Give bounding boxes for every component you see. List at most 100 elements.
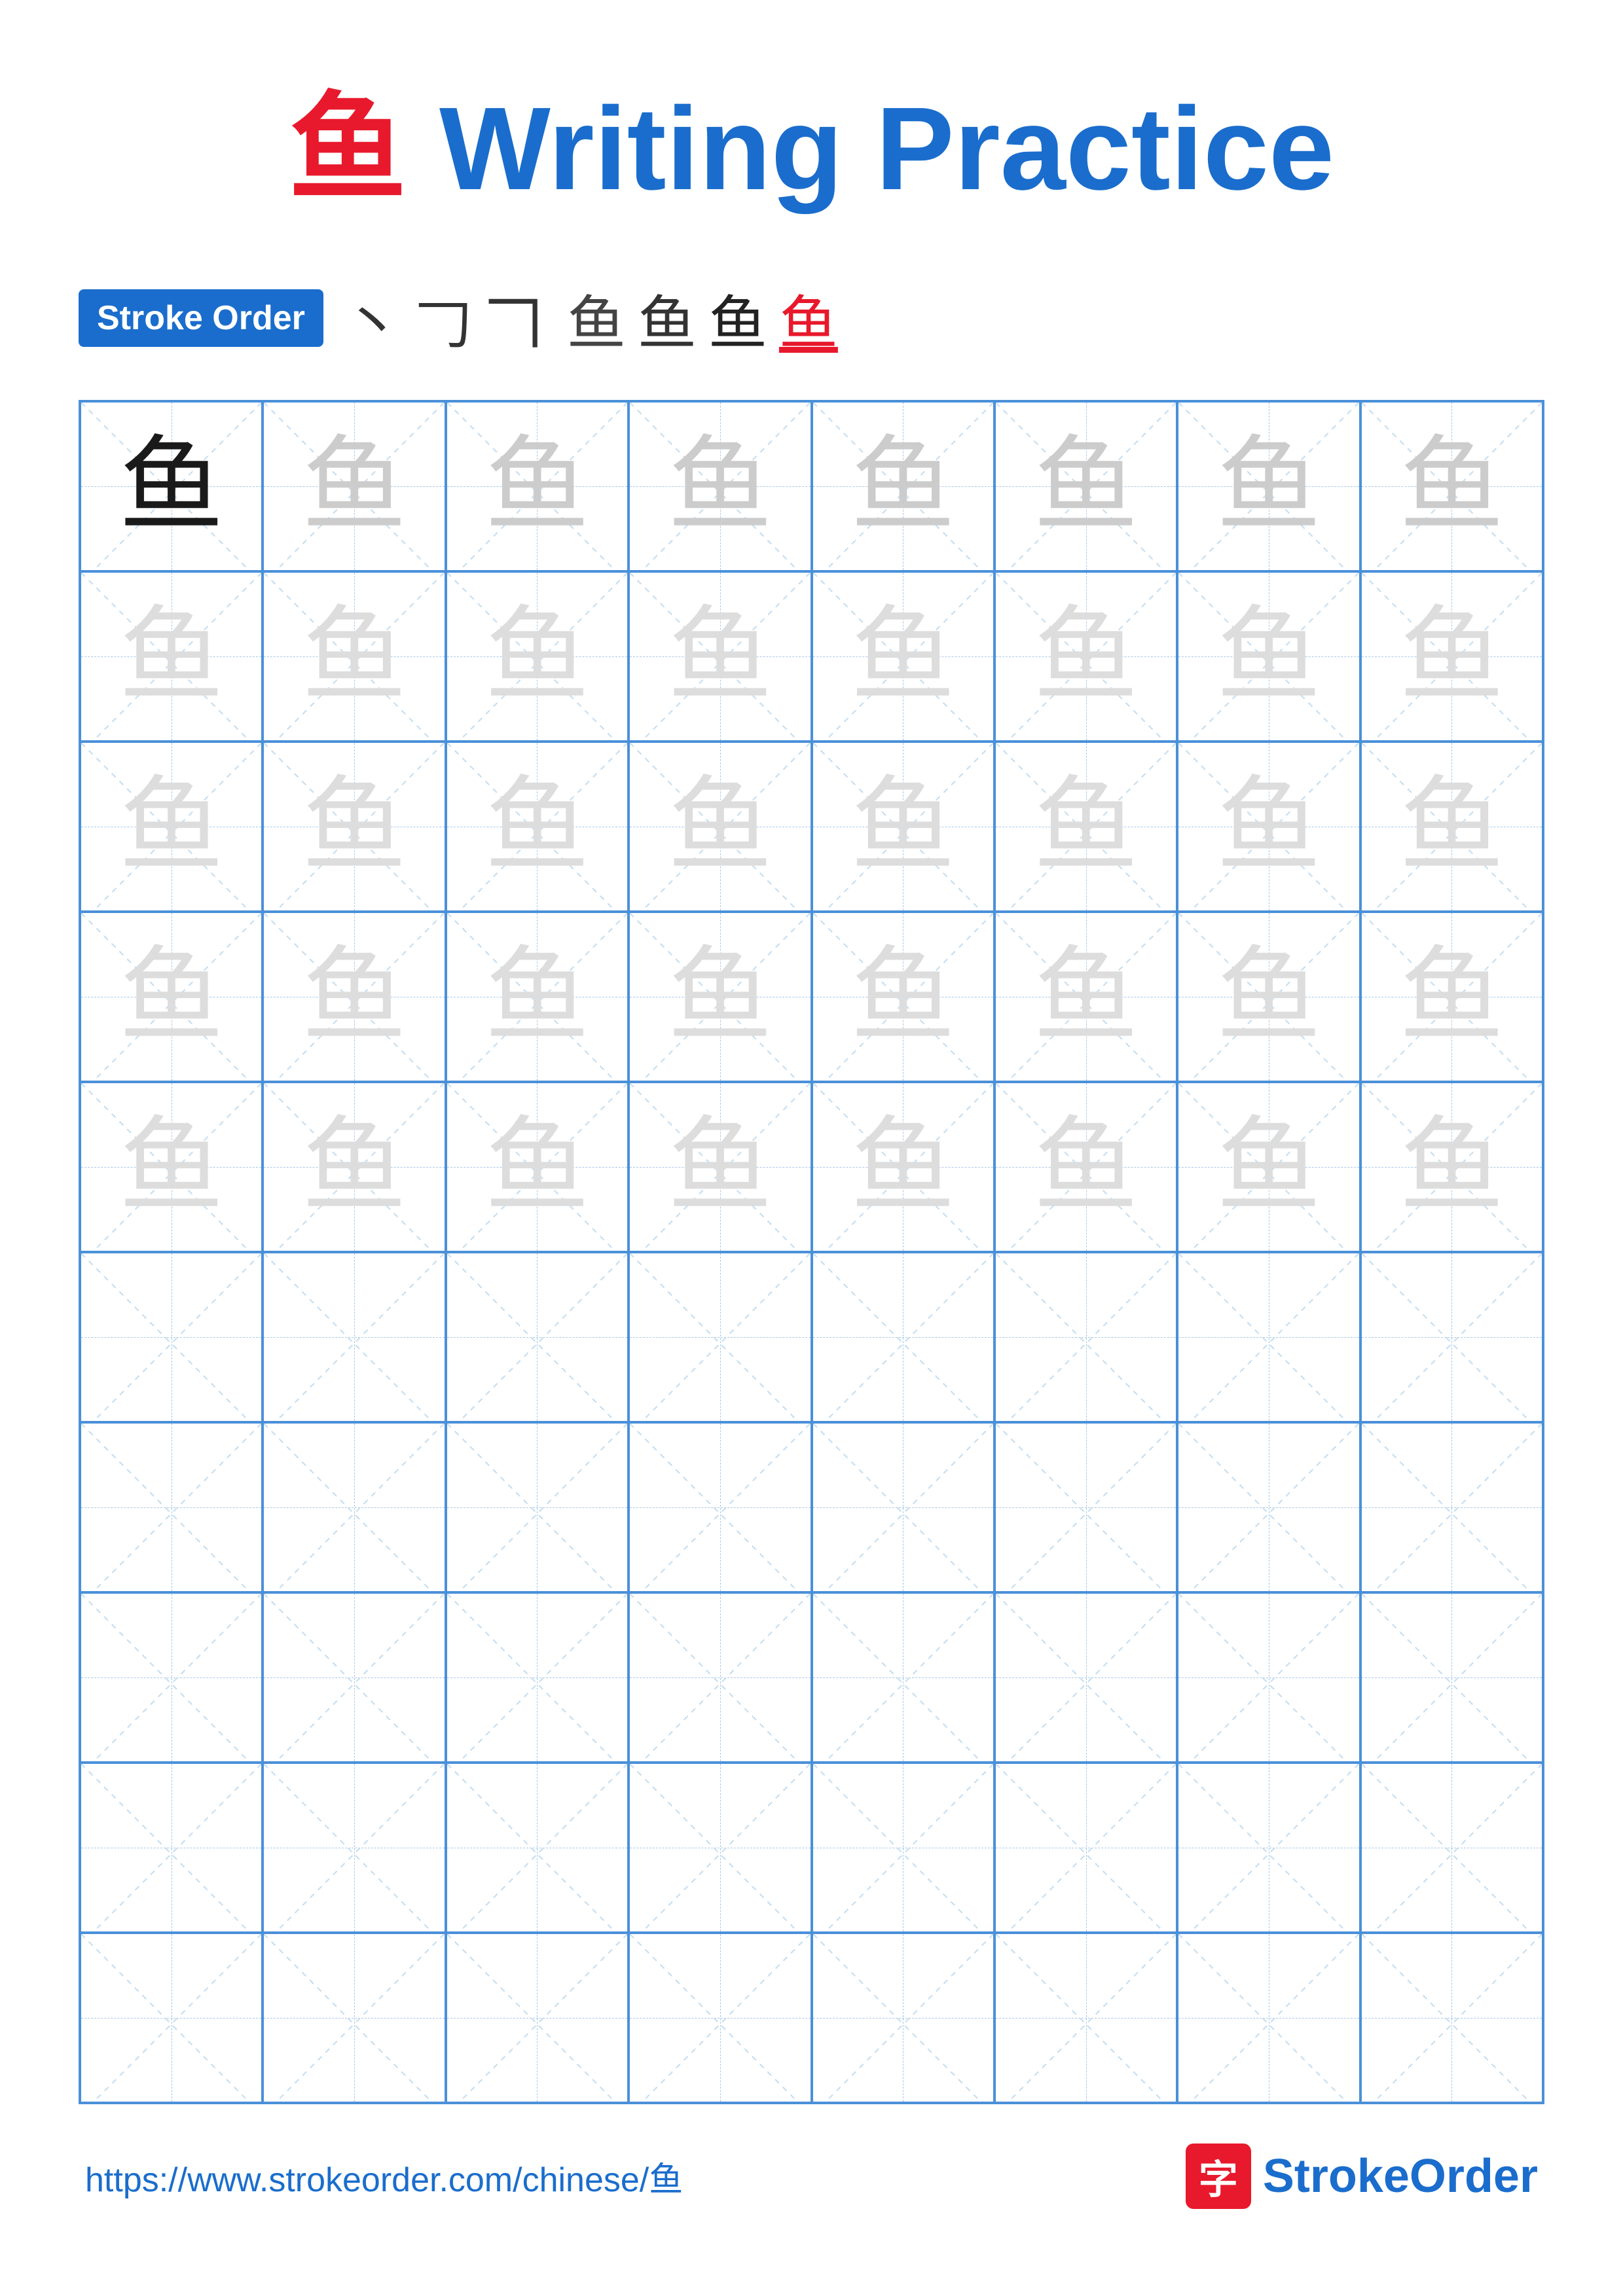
footer-logo: 字 StrokeOrder — [1186, 2144, 1538, 2209]
grid-cell-r8-c1[interactable] — [80, 1592, 263, 1763]
grid-cell-r9-c5[interactable] — [812, 1763, 994, 1933]
grid-cell-r2-c4[interactable]: 鱼 — [629, 571, 811, 742]
practice-char-light: 鱼 — [302, 434, 407, 539]
stroke-order-badge: Stroke Order — [79, 289, 323, 347]
grid-cell-r3-c7[interactable]: 鱼 — [1177, 742, 1360, 912]
grid-cell-r2-c7[interactable]: 鱼 — [1177, 571, 1360, 742]
grid-cell-r1-c7[interactable]: 鱼 — [1177, 401, 1360, 571]
grid-cell-r8-c2[interactable] — [263, 1592, 445, 1763]
grid-cell-r2-c3[interactable]: 鱼 — [446, 571, 629, 742]
grid-cell-r4-c4[interactable]: 鱼 — [629, 912, 811, 1082]
stroke-step-7: 鱼 — [708, 276, 767, 361]
grid-cell-r7-c4[interactable] — [629, 1422, 811, 1592]
grid-cell-r5-c8[interactable]: 鱼 — [1360, 1082, 1543, 1252]
grid-cell-r5-c6[interactable]: 鱼 — [994, 1082, 1177, 1252]
grid-cell-r5-c5[interactable]: 鱼 — [812, 1082, 994, 1252]
grid-cell-r8-c3[interactable] — [446, 1592, 629, 1763]
grid-cell-r5-c7[interactable]: 鱼 — [1177, 1082, 1360, 1252]
grid-cell-r4-c5[interactable]: 鱼 — [812, 912, 994, 1082]
grid-cell-r3-c8[interactable]: 鱼 — [1360, 742, 1543, 912]
grid-cell-r3-c3[interactable]: 鱼 — [446, 742, 629, 912]
grid-cell-r1-c4[interactable]: 鱼 — [629, 401, 811, 571]
grid-cell-r2-c8[interactable]: 鱼 — [1360, 571, 1543, 742]
footer-url[interactable]: https://www.strokeorder.com/chinese/鱼 — [85, 2152, 683, 2201]
grid-cell-r10-c7[interactable] — [1177, 1933, 1360, 2103]
grid-cell-r10-c8[interactable] — [1360, 1933, 1543, 2103]
grid-cell-r8-c5[interactable] — [812, 1592, 994, 1763]
grid-cell-r7-c3[interactable] — [446, 1422, 629, 1592]
grid-cell-r10-c2[interactable] — [263, 1933, 445, 2103]
grid-cell-r10-c3[interactable] — [446, 1933, 629, 2103]
practice-char-dark: 鱼 — [119, 434, 224, 539]
grid-cell-r6-c7[interactable] — [1177, 1252, 1360, 1422]
grid-cell-r2-c2[interactable]: 鱼 — [263, 571, 445, 742]
grid-cell-r3-c2[interactable]: 鱼 — [263, 742, 445, 912]
grid-cell-r7-c7[interactable] — [1177, 1422, 1360, 1592]
logo-text: StrokeOrder — [1263, 2149, 1538, 2203]
grid-cell-r8-c4[interactable] — [629, 1592, 811, 1763]
title-text: Writing Practice — [407, 83, 1334, 215]
grid-cell-r9-c8[interactable] — [1360, 1763, 1543, 1933]
grid-cell-r4-c2[interactable]: 鱼 — [263, 912, 445, 1082]
grid-cell-r1-c5[interactable]: 鱼 — [812, 401, 994, 571]
footer: https://www.strokeorder.com/chinese/鱼 字 … — [79, 2144, 1544, 2209]
grid-cell-r3-c6[interactable]: 鱼 — [994, 742, 1177, 912]
grid-cell-r3-c5[interactable]: 鱼 — [812, 742, 994, 912]
grid-cell-r1-c1[interactable]: 鱼 — [80, 401, 263, 571]
grid-cell-r6-c5[interactable] — [812, 1252, 994, 1422]
grid-cell-r10-c4[interactable] — [629, 1933, 811, 2103]
grid-cell-r5-c2[interactable]: 鱼 — [263, 1082, 445, 1252]
grid-cell-r8-c7[interactable] — [1177, 1592, 1360, 1763]
logo-text-stroke: Stroke — [1263, 2150, 1410, 2202]
grid-cell-r7-c8[interactable] — [1360, 1422, 1543, 1592]
grid-cell-r5-c3[interactable]: 鱼 — [446, 1082, 629, 1252]
stroke-step-6: 鱼 — [638, 276, 697, 361]
grid-cell-r5-c4[interactable]: 鱼 — [629, 1082, 811, 1252]
grid-cell-r8-c6[interactable] — [994, 1592, 1177, 1763]
grid-cell-r1-c2[interactable]: 鱼 — [263, 401, 445, 571]
grid-cell-r4-c6[interactable]: 鱼 — [994, 912, 1177, 1082]
grid-cell-r6-c6[interactable] — [994, 1252, 1177, 1422]
grid-cell-r4-c8[interactable]: 鱼 — [1360, 912, 1543, 1082]
grid-cell-r6-c8[interactable] — [1360, 1252, 1543, 1422]
grid-cell-r9-c4[interactable] — [629, 1763, 811, 1933]
grid-cell-r10-c6[interactable] — [994, 1933, 1177, 2103]
grid-cell-r9-c1[interactable] — [80, 1763, 263, 1933]
grid-cell-r7-c6[interactable] — [994, 1422, 1177, 1592]
grid-cell-r7-c5[interactable] — [812, 1422, 994, 1592]
grid-cell-r6-c2[interactable] — [263, 1252, 445, 1422]
title-area: 鱼 Writing Practice — [79, 52, 1544, 223]
grid-cell-r6-c3[interactable] — [446, 1252, 629, 1422]
grid-cell-r4-c3[interactable]: 鱼 — [446, 912, 629, 1082]
grid-cell-r2-c5[interactable]: 鱼 — [812, 571, 994, 742]
grid-cell-r2-c6[interactable]: 鱼 — [994, 571, 1177, 742]
grid-cell-r8-c8[interactable] — [1360, 1592, 1543, 1763]
grid-cell-r5-c1[interactable]: 鱼 — [80, 1082, 263, 1252]
grid-cell-r7-c1[interactable] — [80, 1422, 263, 1592]
page: 鱼 Writing Practice Stroke Order 丶 𠃌 𠃍 𫠂 … — [0, 0, 1623, 2296]
grid-cell-r9-c6[interactable] — [994, 1763, 1177, 1933]
grid-cell-r9-c3[interactable] — [446, 1763, 629, 1933]
stroke-step-3: 𠃍 — [484, 276, 543, 361]
grid-cell-r9-c7[interactable] — [1177, 1763, 1360, 1933]
grid-cell-r7-c2[interactable] — [263, 1422, 445, 1592]
grid-cell-r1-c3[interactable]: 鱼 — [446, 401, 629, 571]
grid-cell-r6-c1[interactable] — [80, 1252, 263, 1422]
stroke-step-2: 𠃌 — [414, 276, 473, 361]
stroke-steps: 丶 𠃌 𠃍 𫠂 鱼 鱼 鱼 鱼 — [343, 276, 838, 361]
grid-cell-r1-c8[interactable]: 鱼 — [1360, 401, 1543, 571]
grid-cell-r4-c7[interactable]: 鱼 — [1177, 912, 1360, 1082]
grid-cell-r2-c1[interactable]: 鱼 — [80, 571, 263, 742]
stroke-step-5: 鱼 — [567, 276, 626, 361]
grid-cell-r1-c6[interactable]: 鱼 — [994, 401, 1177, 571]
grid-cell-r3-c4[interactable]: 鱼 — [629, 742, 811, 912]
grid-cell-r3-c1[interactable]: 鱼 — [80, 742, 263, 912]
grid-cell-r10-c5[interactable] — [812, 1933, 994, 2103]
grid-cell-r10-c1[interactable] — [80, 1933, 263, 2103]
grid-cell-r4-c1[interactable]: 鱼 — [80, 912, 263, 1082]
logo-icon: 字 — [1186, 2144, 1251, 2209]
practice-grid: 鱼 鱼 鱼 鱼 — [79, 400, 1544, 2104]
grid-cell-r9-c2[interactable] — [263, 1763, 445, 1933]
grid-cell-r6-c4[interactable] — [629, 1252, 811, 1422]
stroke-order-row: Stroke Order 丶 𠃌 𠃍 𫠂 鱼 鱼 鱼 鱼 — [79, 276, 1544, 361]
